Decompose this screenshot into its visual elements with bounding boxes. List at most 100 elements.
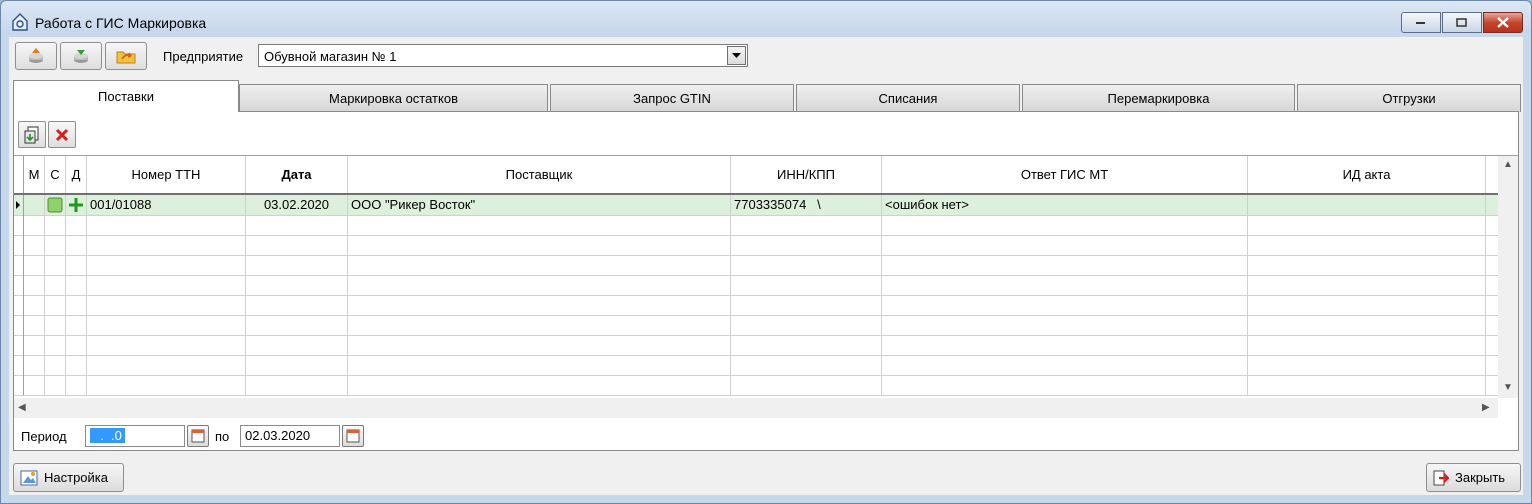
period-label: Период [21,429,67,444]
empty-cell [731,215,882,235]
maximize-button[interactable] [1442,12,1482,33]
empty-cell [882,315,1248,335]
tab-stock-marking[interactable]: Маркировка остатков [239,84,548,112]
empty-cell [24,315,45,335]
settings-button[interactable]: Настройка [13,463,124,492]
empty-cell [882,295,1248,315]
table-row-empty [14,375,1498,396]
empty-cell [246,275,348,295]
row-indicator [14,235,24,255]
empty-cell [87,315,246,335]
col-act-id[interactable]: ИД акта [1248,156,1486,193]
disk-download-icon [74,50,88,63]
table-row[interactable]: 001/01088 03.02.2020 ООО "Рикер Восток" … [14,195,1498,216]
row-indicator [14,315,24,335]
empty-cell [45,295,66,315]
empty-cell [1248,355,1486,375]
horizontal-scrollbar[interactable]: ◀ ▶ [14,398,1498,418]
title-bar[interactable]: Работа с ГИС Маркировка [1,1,1531,37]
empty-cell [731,375,882,395]
empty-cell [45,215,66,235]
empty-cell [731,355,882,375]
empty-cell [348,235,731,255]
row-indicator [14,355,24,375]
row-indicator [14,275,24,295]
minimize-button[interactable] [1401,12,1441,33]
table-row-empty [14,255,1498,276]
empty-cell [1248,215,1486,235]
dropdown-arrow-button[interactable] [727,46,746,65]
empty-cell [87,335,246,355]
close-icon [1497,17,1509,28]
empty-cell [66,375,87,395]
period-from-calendar-button[interactable] [187,425,209,447]
empty-cell [66,335,87,355]
main-window: Работа с ГИС Маркировка Предприятие Обув… [0,0,1532,504]
cell-d[interactable] [66,195,87,215]
empty-cell [731,235,882,255]
empty-cell [87,255,246,275]
cell-c[interactable] [45,195,66,215]
scroll-left-icon[interactable]: ◀ [18,402,26,413]
row-indicator [14,215,24,235]
cell-inn-kpp: 7703335074 \ [731,195,882,215]
table-header: М С Д Номер ТТН Дата Поставщик ИНН/КПП О… [14,156,1498,195]
empty-cell [246,375,348,395]
empty-cell [87,215,246,235]
tab-writeoffs[interactable]: Списания [796,84,1020,112]
scroll-down-icon[interactable]: ▼ [1503,382,1513,393]
table-row-empty [14,275,1498,296]
scroll-right-icon[interactable]: ▶ [1482,402,1490,413]
tab-shipments[interactable]: Отгрузки [1297,84,1521,112]
period-to-calendar-button[interactable] [342,425,364,447]
col-inn-kpp[interactable]: ИНН/КПП [731,156,882,193]
empty-cell [87,375,246,395]
empty-cell [731,315,882,335]
empty-cell [246,215,348,235]
vertical-scrollbar[interactable]: ▲ ▼ [1498,156,1518,398]
empty-cell [45,315,66,335]
col-supplier[interactable]: Поставщик [348,156,731,193]
close-button[interactable]: Закрыть [1426,463,1521,492]
import-button[interactable] [60,42,102,70]
restore-icon [1456,17,1467,27]
enterprise-value: Обувной магазин № 1 [264,49,397,64]
calendar-icon [191,429,205,443]
row-indicator [14,255,24,275]
col-d[interactable]: Д [66,156,87,193]
enterprise-select[interactable]: Обувной магазин № 1 [258,44,748,67]
delete-button[interactable] [48,121,76,148]
period-from-field[interactable]: . .0 [85,425,185,447]
empty-cell [731,335,882,355]
tab-remarking[interactable]: Перемаркировка [1022,84,1295,112]
import-document-button[interactable] [18,121,46,148]
empty-cell [45,355,66,375]
col-c[interactable]: С [45,156,66,193]
calendar-icon [346,429,360,443]
empty-cell [882,335,1248,355]
empty-cell [66,235,87,255]
close-window-button[interactable] [1483,12,1523,33]
period-to-field[interactable]: 02.03.2020 [240,425,340,447]
empty-cell [348,375,731,395]
empty-cell [1248,295,1486,315]
scroll-up-icon[interactable]: ▲ [1503,159,1513,170]
export-button[interactable] [15,42,57,70]
settings-label: Настройка [44,470,108,485]
tab-deliveries[interactable]: Поставки [13,80,239,112]
empty-cell [66,275,87,295]
cell-act-id [1248,195,1486,215]
tab-gtin-request[interactable]: Запрос GTIN [550,84,794,112]
client-area: Предприятие Обувной магазин № 1 Поставки… [9,37,1523,495]
folder-arrow-icon [116,51,136,64]
col-date[interactable]: Дата [246,156,348,193]
empty-cell [348,355,731,375]
enterprise-label: Предприятие [163,49,244,64]
col-ttn[interactable]: Номер ТТН [87,156,246,193]
empty-cell [66,315,87,335]
deliveries-table[interactable]: М С Д Номер ТТН Дата Поставщик ИНН/КПП О… [14,155,1518,420]
col-m[interactable]: М [24,156,45,193]
disk-upload-icon [29,48,43,63]
refresh-button[interactable] [105,42,147,70]
col-gis-answer[interactable]: Ответ ГИС МТ [882,156,1248,193]
